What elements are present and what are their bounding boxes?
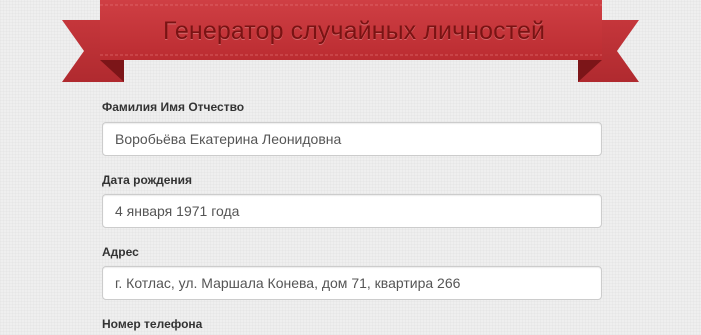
address-field[interactable]: г. Котлас, ул. Маршала Конева, дом 71, к… [102,266,602,300]
address-label: Адрес [102,245,139,259]
full-name-label: Фамилия Имя Отчество [102,100,245,114]
birth-date-field[interactable]: 4 января 1971 года [102,194,602,228]
birth-date-label: Дата рождения [102,173,193,187]
full-name-field[interactable]: Воробьёва Екатерина Леонидовна [102,122,602,156]
phone-number-label: Номер телефона [102,317,203,331]
ribbon-banner: Генератор случайных личностей [0,0,701,90]
page-title: Генератор случайных личностей [162,17,546,45]
